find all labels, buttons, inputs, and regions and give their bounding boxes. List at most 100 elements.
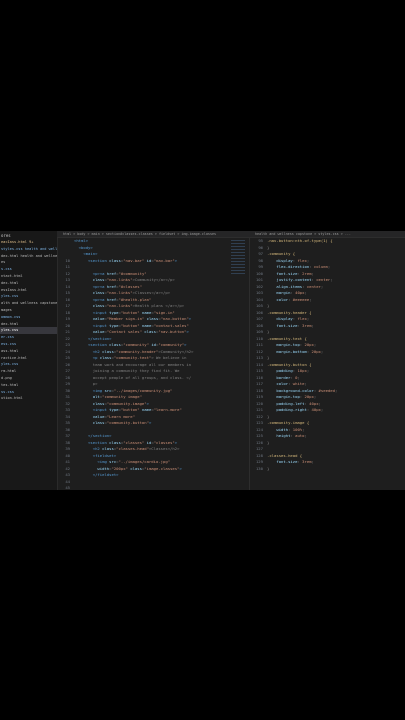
code-token: > We believe in [151, 355, 187, 360]
code-token: name [139, 309, 152, 315]
file-item[interactable]: dex.html health and wellnes... [0, 253, 57, 260]
file-item[interactable]: dex.html [0, 280, 57, 287]
code-token: class [109, 439, 121, 445]
code-token: ; [306, 368, 310, 373]
code-token: ; [318, 400, 321, 406]
code-token: } [267, 329, 270, 334]
code-token: "community-text" [113, 355, 152, 360]
code-token: ; [306, 257, 310, 263]
code-token: "Contact sales" [106, 329, 142, 334]
code-token: .community-button { [267, 361, 312, 367]
code-token: "classes" [123, 439, 145, 445]
file-item[interactable]: dex.html [0, 321, 57, 328]
file-item[interactable]: ass.html [0, 348, 57, 355]
tab-styles-css[interactable]: health and wellness capstone > styles.cs… [255, 231, 351, 237]
file-item[interactable]: ss.css [0, 389, 57, 396]
code-token: "community-button" [106, 420, 149, 425]
file-item[interactable]: ntact.html [0, 273, 57, 280]
code-token: "../images/cardio.jpg" [118, 459, 171, 464]
code-token: <main> [74, 251, 98, 256]
code-token: "image-classes" [144, 465, 180, 471]
file-item[interactable]: er.css [0, 334, 57, 341]
code-line[interactable]: 130} [250, 466, 405, 473]
code-token: <body> [74, 244, 93, 250]
code-token: ; [327, 264, 331, 269]
code-token: > [148, 420, 152, 425]
code-token: flex [297, 257, 307, 263]
code-token: "community" [123, 342, 149, 347]
code-token: name [139, 407, 152, 412]
code-token: "button" [120, 407, 140, 412]
code-token: "nav-bar" [123, 257, 145, 263]
code-token: > [146, 400, 149, 406]
file-item[interactable]: ess.css [0, 341, 57, 348]
code-token: > [174, 439, 178, 445]
html-editor-pane[interactable]: <html> <body> <main> 10 <section class="n… [57, 238, 250, 490]
code-token: center [316, 277, 331, 282]
code-token: center [306, 283, 321, 289]
code-token: .community-text { [267, 335, 307, 341]
file-item[interactable]: rm.html [0, 368, 57, 375]
file-tree: eacIass.html 9+ styles.css health and wel… [0, 239, 57, 402]
file-item[interactable]: eacIass.html 9+ [0, 239, 57, 246]
explorer-sidebar: ores eacIass.html 9+ styles.css health an… [0, 231, 58, 490]
editor-window: ores eacIass.html 9+ styles.css health an… [0, 231, 405, 490]
code-token: "#community" [118, 270, 147, 276]
code-token: "../images/community.jpg" [113, 387, 173, 393]
file-item[interactable]: es [0, 259, 57, 266]
code-token: border [267, 374, 291, 380]
code-token: 100% [292, 426, 303, 432]
code-line[interactable]: 45 [57, 485, 249, 490]
code-token: margin [267, 290, 291, 295]
file-item[interactable]: yles.css [0, 361, 57, 368]
code-token: .classes-head { [267, 452, 303, 458]
code-token: p> [74, 381, 98, 386]
code-token: "button" [120, 309, 140, 315]
code-token: "nav-links" [106, 290, 133, 295]
code-token: width [267, 426, 289, 432]
file-item[interactable]: styles.css health and wellnes... [0, 246, 57, 253]
code-token: "community-image" [106, 400, 147, 406]
code-token: class [74, 290, 105, 295]
code-token: 3rem [302, 322, 312, 328]
code-token: padding [267, 368, 293, 373]
file-item[interactable]: yles.css [0, 327, 57, 335]
code-token: "Member sign-in" [106, 316, 145, 321]
code-token: <img [74, 387, 105, 393]
code-token: 3rem [302, 459, 312, 464]
file-item[interactable]: ommon.css [0, 314, 57, 321]
code-token: <p><a [74, 283, 107, 289]
file-item[interactable]: yles.css [0, 293, 57, 300]
code-token: ; [304, 290, 307, 295]
code-token: type [109, 407, 119, 412]
file-item[interactable]: ractice.html [0, 355, 57, 362]
code-token: > [188, 316, 192, 321]
code-token: </section> [74, 335, 112, 341]
file-item[interactable]: s.css [0, 266, 57, 273]
code-token: .community-image { [267, 420, 310, 425]
file-item[interactable]: tes.html [0, 382, 57, 389]
code-token: margin-bottom [267, 348, 307, 354]
code-token: class [74, 420, 105, 425]
code-token: "sign-in" [153, 309, 175, 315]
breadcrumb-left[interactable]: html > body > main > section#classes.cla… [63, 231, 216, 237]
code-token: padding-right [267, 407, 307, 412]
explorer-header: ores [1, 233, 11, 238]
code-token: >Health plans </a></p> [132, 303, 185, 308]
file-item[interactable]: alth and wellness capstone [0, 300, 57, 307]
file-item[interactable]: essIass.html [0, 287, 57, 294]
code-token: "nav-links" [106, 303, 133, 308]
file-item[interactable]: d.png [0, 375, 57, 382]
code-token: column [313, 264, 328, 269]
code-token: id [148, 342, 157, 347]
code-token: } [267, 355, 270, 360]
code-token: class [109, 257, 121, 263]
code-token: "community image" [102, 394, 142, 399]
file-item[interactable]: ution.html [0, 395, 57, 402]
code-token: team work and encourage all our members … [74, 361, 192, 367]
code-token: ; [304, 433, 307, 438]
file-item[interactable]: mages [0, 307, 57, 314]
css-editor-pane[interactable]: 95 .nav-button:nth-of-type(1) {96} 97 .comm… [250, 238, 405, 490]
code-token: display [267, 257, 293, 263]
code-token: <section [74, 342, 110, 347]
